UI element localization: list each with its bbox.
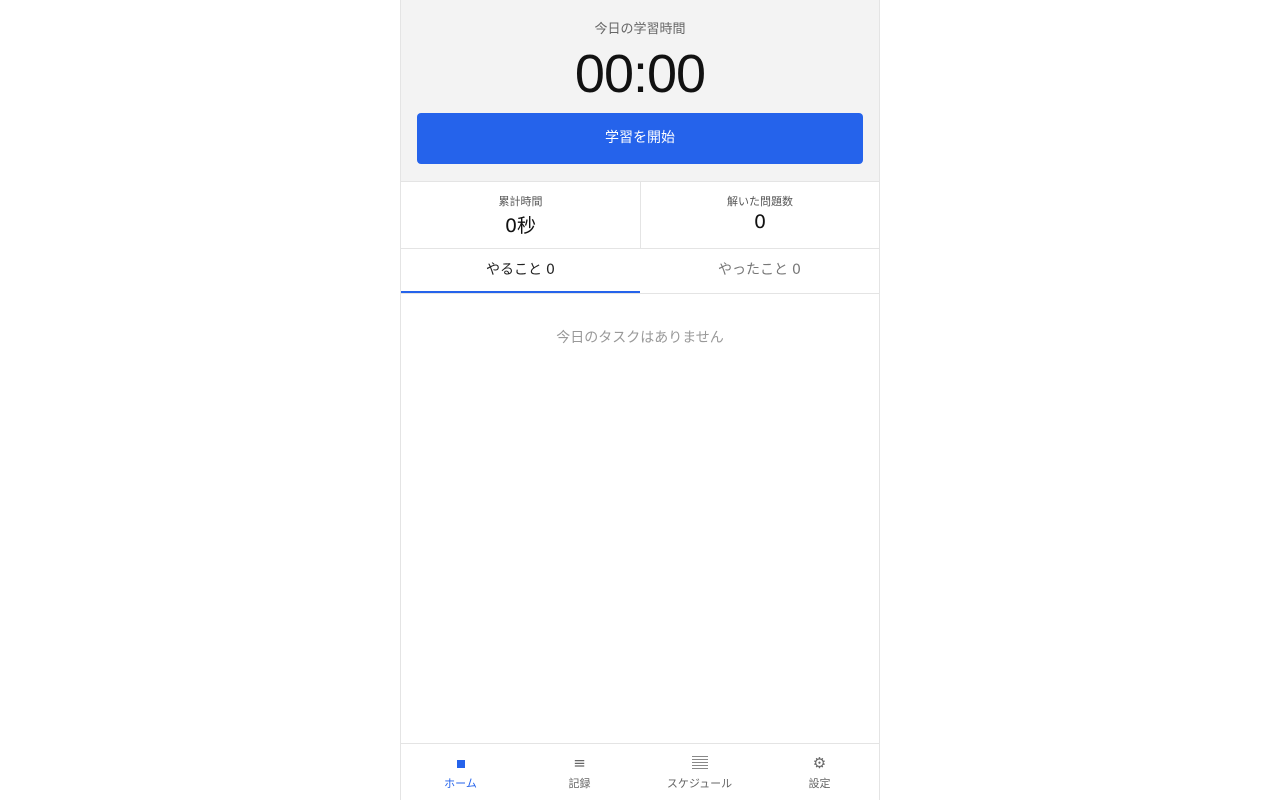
calendar-lines-icon — [640, 754, 759, 774]
timer-panel: 今日の学習時間 00:00 学習を開始 — [401, 0, 879, 182]
empty-task-message: 今日のタスクはありません — [556, 330, 724, 346]
start-study-button[interactable]: 学習を開始 — [417, 113, 863, 164]
app-container: 今日の学習時間 00:00 学習を開始 累計時間 0秒 解いた問題数 0 やるこ… — [400, 0, 880, 801]
stat-solved-label: 解いた問題数 — [727, 195, 793, 208]
nav-item-home-label: ホーム — [444, 777, 477, 790]
stat-total-time-value: 0秒 — [504, 215, 537, 237]
tab-done-count: 0 — [792, 262, 801, 278]
stat-total-time: 累計時間 0秒 — [401, 182, 641, 248]
stat-total-time-label: 累計時間 — [498, 195, 543, 208]
timer-display: 00:00 — [574, 44, 706, 104]
tab-todo[interactable]: やること 0 — [401, 249, 640, 293]
tab-todo-label: やること — [486, 262, 543, 278]
bottom-navigation: ホーム ≡ 記録 スケジュール ⚙ 設定 — [401, 743, 879, 801]
gear-icon: ⚙ — [812, 754, 827, 772]
home-square-icon — [401, 754, 520, 772]
nav-item-settings-label: 設定 — [808, 777, 831, 790]
nav-item-schedule[interactable]: スケジュール — [640, 744, 759, 801]
timer-label: 今日の学習時間 — [594, 22, 686, 37]
task-tabs: やること 0 やったこと 0 — [401, 249, 879, 294]
stat-solved-count: 解いた問題数 0 — [641, 182, 879, 248]
nav-item-home[interactable]: ホーム — [401, 744, 520, 801]
tab-done[interactable]: やったこと 0 — [640, 249, 879, 293]
nav-item-records[interactable]: ≡ 記録 — [520, 744, 639, 801]
nav-item-schedule-label: スケジュール — [666, 777, 733, 790]
tab-todo-count: 0 — [546, 262, 555, 278]
stat-solved-value: 0 — [753, 211, 767, 233]
tab-done-label: やったこと — [718, 262, 789, 278]
list-icon: ≡ — [573, 754, 586, 772]
nav-item-settings[interactable]: ⚙ 設定 — [760, 744, 879, 801]
nav-item-records-label: 記録 — [568, 777, 591, 790]
stats-panel: 累計時間 0秒 解いた問題数 0 — [401, 182, 879, 249]
